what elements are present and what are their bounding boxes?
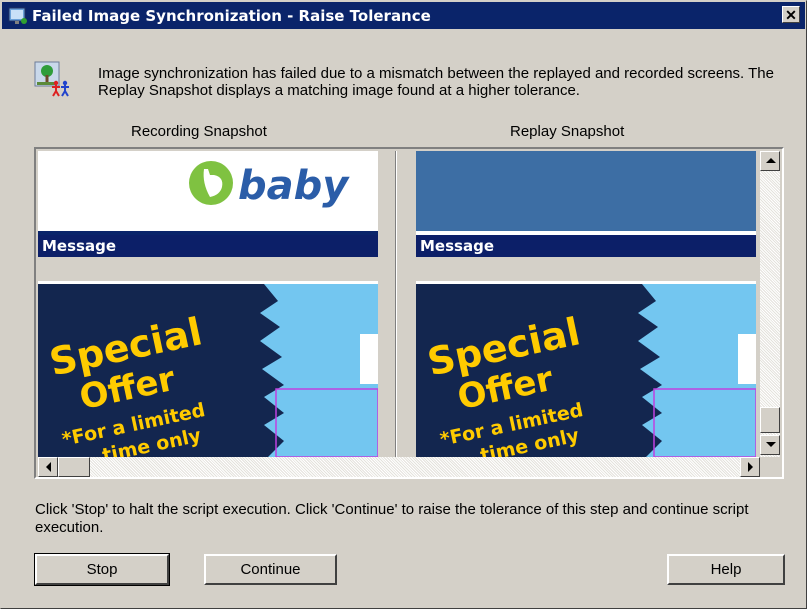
scroll-up-button[interactable] (760, 151, 780, 171)
replay-snapshot-image: Message Special Offer *For a limited tim… (416, 151, 756, 457)
baby-logo: baby (189, 161, 350, 209)
replay-snapshot-label: Replay Snapshot (510, 123, 625, 140)
title-bar[interactable]: Failed Image Synchronization - Raise Tol… (2, 2, 805, 29)
continue-button[interactable]: Continue (204, 554, 337, 585)
scroll-down-button[interactable] (760, 435, 780, 455)
arrow-left-icon (46, 462, 51, 472)
arrow-down-icon (766, 442, 776, 447)
message-header-text: Message (420, 237, 494, 255)
recording-snapshot: baby Message Special Offer *For a limite… (38, 151, 378, 457)
snapshot-divider[interactable] (380, 151, 414, 457)
arrow-right-icon (748, 462, 753, 472)
failure-message: Image synchronization has failed due to … (98, 65, 774, 99)
window-title: Failed Image Synchronization - Raise Tol… (32, 7, 431, 25)
close-icon: ✕ (785, 7, 797, 23)
vertical-scrollbar[interactable] (760, 151, 780, 457)
sync-image-icon (34, 61, 69, 97)
scroll-right-button[interactable] (740, 457, 760, 477)
snapshot-viewer: baby Message Special Offer *For a limite… (34, 147, 784, 479)
horizontal-scroll-thumb[interactable] (58, 457, 90, 477)
stop-button[interactable]: Stop (34, 553, 170, 586)
replay-banner (416, 151, 756, 231)
arrow-up-icon (766, 158, 776, 163)
close-button[interactable]: ✕ (782, 6, 800, 23)
dialog-window: Failed Image Synchronization - Raise Tol… (0, 0, 807, 609)
app-icon (8, 7, 27, 24)
instructions-text: Click 'Stop' to halt the script executio… (35, 501, 749, 536)
recording-snapshot-label: Recording Snapshot (131, 123, 267, 140)
recording-snapshot-image: baby Message Special Offer *For a limite… (38, 151, 378, 457)
message-header-text: Message (42, 237, 116, 255)
logo-text: baby (238, 163, 350, 209)
horizontal-scrollbar[interactable] (38, 457, 760, 477)
help-button[interactable]: Help (667, 554, 785, 585)
replay-snapshot: Message Special Offer *For a limited tim… (416, 151, 756, 457)
scrollbar-corner (760, 457, 780, 477)
scroll-left-button[interactable] (38, 457, 58, 477)
vertical-scroll-thumb[interactable] (760, 407, 780, 433)
